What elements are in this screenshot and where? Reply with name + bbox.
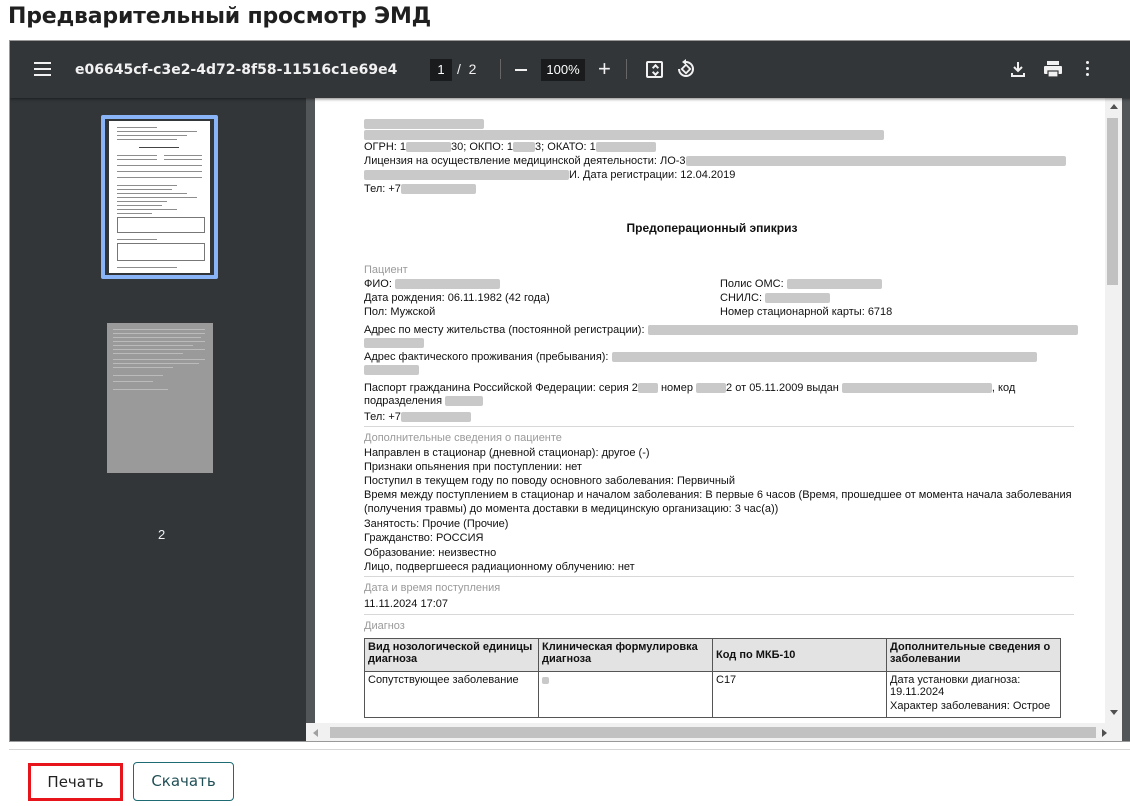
- scroll-right-icon[interactable]: [1102, 729, 1107, 737]
- extra-line: Лицо, подвергшееся радиационному облучен…: [364, 561, 635, 573]
- diagnosis-table: Вид нозологической единицы диагноза Клин…: [364, 638, 1061, 718]
- extra-line: (получения травмы) до момента доставки в…: [364, 503, 779, 515]
- vertical-scrollbar[interactable]: [1105, 98, 1122, 723]
- document-page: ОГРН: 1 30; ОКПО: 1 3; ОКАТО: 1 Лицензия н…: [315, 98, 1109, 723]
- scroll-left-icon[interactable]: [313, 729, 318, 737]
- rotate-icon[interactable]: [675, 58, 697, 80]
- table-cell: Дата установки диагноза: 19.11.2024 Хара…: [886, 671, 1061, 718]
- print-icon[interactable]: [1042, 59, 1064, 79]
- section-extra: Дополнительные сведения о пациенте: [364, 432, 562, 444]
- phone-line: Тел: +7: [364, 183, 476, 195]
- section-diagnosis: Диагноз: [364, 620, 405, 632]
- extra-line: Гражданство: РОССИЯ: [364, 532, 484, 544]
- current-page-input[interactable]: 1: [430, 59, 452, 81]
- address-actual: Адрес фактического проживания (пребывани…: [364, 351, 1037, 363]
- thumbnail-page-1[interactable]: [101, 115, 218, 279]
- snils-line: СНИЛС:: [720, 292, 831, 304]
- table-header: Клиническая формулировка диагноза: [538, 638, 713, 672]
- fit-page-icon[interactable]: [646, 61, 663, 78]
- scrollbar-thumb[interactable]: [1107, 118, 1118, 285]
- birth-line: Дата рождения: 06.11.1982 (42 года): [364, 292, 550, 304]
- divider: [364, 426, 1074, 427]
- download-button[interactable]: Скачать: [133, 762, 234, 801]
- zoom-level-input[interactable]: 100%: [541, 59, 585, 81]
- ogrn-line: ОГРН: 1 30; ОКПО: 1 3; ОКАТО: 1: [364, 141, 656, 153]
- thumbnail-image: [109, 121, 210, 273]
- extra-line: Образование: неизвестно: [364, 547, 497, 559]
- table-header-row: Вид нозологической единицы диагноза Клин…: [364, 638, 1061, 672]
- section-admission: Дата и время поступления: [364, 582, 501, 594]
- table-row: Сопутствующее заболевание C17 Дата устан…: [364, 671, 1061, 718]
- extra-line: Направлен в стационар (дневной стационар…: [364, 447, 650, 459]
- toolbar-divider: [626, 59, 627, 79]
- document-area[interactable]: ОГРН: 1 30; ОКПО: 1 3; ОКАТО: 1 Лицензия н…: [306, 98, 1122, 723]
- page-separator: /: [457, 61, 461, 77]
- table-cell: [538, 671, 713, 718]
- scroll-up-icon[interactable]: [1110, 104, 1118, 109]
- zoom-out-icon[interactable]: [515, 69, 527, 71]
- thumbnail-label-2: 2: [158, 527, 166, 542]
- pdf-toolbar: e06645cf-c3e2-4d72-8f58-11516c1e69e4 1 /…: [10, 41, 1130, 98]
- thumbnail-image: [107, 323, 213, 473]
- registration-line: И. Дата регистрации: 12.04.2019: [364, 169, 735, 181]
- zoom-in-icon[interactable]: +: [598, 58, 611, 80]
- document-name: e06645cf-c3e2-4d72-8f58-11516c1e69e4: [75, 62, 398, 78]
- table-header: Дополнительные сведения о заболевании: [886, 638, 1061, 672]
- page-title: Предварительный просмотр ЭМД: [8, 4, 432, 29]
- section-patient: Пациент: [364, 264, 408, 276]
- address-registration: Адрес по месту жительства (постоянной ре…: [364, 324, 1078, 336]
- extra-line: Признаки опьянения при поступлении: нет: [364, 461, 582, 473]
- license-line: Лицензия на осуществление медицинской де…: [364, 155, 1066, 167]
- divider: [364, 576, 1074, 577]
- total-pages: 2: [468, 61, 477, 77]
- oms-line: Полис ОМС:: [720, 278, 882, 290]
- table-cell: C17: [712, 671, 887, 718]
- extra-line: Время между поступлением в стационар и н…: [364, 489, 1072, 501]
- page-count: / 2: [457, 61, 476, 77]
- divider: [364, 614, 1074, 615]
- horizontal-scrollbar[interactable]: [306, 723, 1122, 741]
- fio-line: ФИО:: [364, 278, 500, 290]
- table-header: Вид нозологической единицы диагноза: [364, 638, 539, 672]
- extra-line: Поступил в текущем году по поводу основн…: [364, 475, 735, 487]
- extra-line: Занятость: Прочие (Прочие): [364, 518, 509, 530]
- passport-line: Паспорт гражданина Российской Федерации:…: [364, 382, 1016, 394]
- toolbar-divider: [500, 59, 501, 79]
- card-number-line: Номер стационарной карты: 6718: [720, 306, 893, 318]
- more-icon[interactable]: [1086, 61, 1090, 79]
- menu-icon[interactable]: [34, 62, 51, 76]
- table-header: Код по МКБ-10: [712, 638, 887, 672]
- thumbnail-page-2[interactable]: [101, 323, 218, 477]
- pdf-viewer: e06645cf-c3e2-4d72-8f58-11516c1e69e4 1 /…: [9, 40, 1130, 742]
- footer-divider: [9, 749, 1130, 750]
- print-button[interactable]: Печать: [28, 763, 123, 801]
- scroll-down-icon[interactable]: [1110, 710, 1118, 715]
- thumbnail-sidebar: 1 2: [10, 98, 306, 741]
- table-cell: Сопутствующее заболевание: [364, 671, 539, 718]
- scrollbar-thumb[interactable]: [330, 727, 1096, 738]
- disease-character: Характер заболевания: Острое: [890, 700, 1051, 712]
- sex-line: Пол: Мужской: [364, 306, 436, 318]
- admission-value: 11.11.2024 17:07: [364, 598, 449, 610]
- phone-line-2: Тел: +7: [364, 411, 471, 423]
- download-icon[interactable]: [1008, 59, 1028, 79]
- diagnosis-date: Дата установки диагноза: 19.11.2024: [890, 674, 1021, 698]
- document-title: Предоперационный эпикриз: [626, 221, 798, 235]
